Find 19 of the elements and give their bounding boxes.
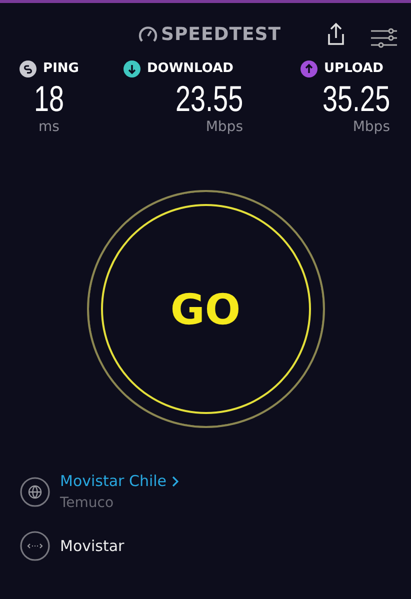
metric-value: 35.25	[322, 78, 390, 118]
metric-label: PING	[43, 60, 79, 78]
metric-unit: Mbps	[206, 118, 243, 134]
metric-value: 18	[34, 78, 64, 118]
provider-link[interactable]: Movistar Chile	[60, 470, 179, 493]
globe-icon	[20, 477, 50, 507]
server-icon	[20, 531, 50, 561]
share-button[interactable]	[326, 21, 346, 46]
metric-unit: Mbps	[352, 118, 390, 134]
chevron-icon	[172, 476, 179, 487]
app-logo: SPEEDTEST	[161, 23, 282, 47]
server-name: Movistar	[60, 536, 124, 557]
go-button[interactable]: GO	[86, 190, 324, 428]
metric-label: DOWNLOAD	[147, 60, 234, 78]
metric-unit: ms	[38, 118, 60, 134]
gauge-icon	[138, 24, 158, 44]
metric-value: 23.55	[175, 78, 243, 118]
metric-label: UPLOAD	[324, 60, 384, 78]
provider-location: Temuco	[60, 494, 115, 513]
